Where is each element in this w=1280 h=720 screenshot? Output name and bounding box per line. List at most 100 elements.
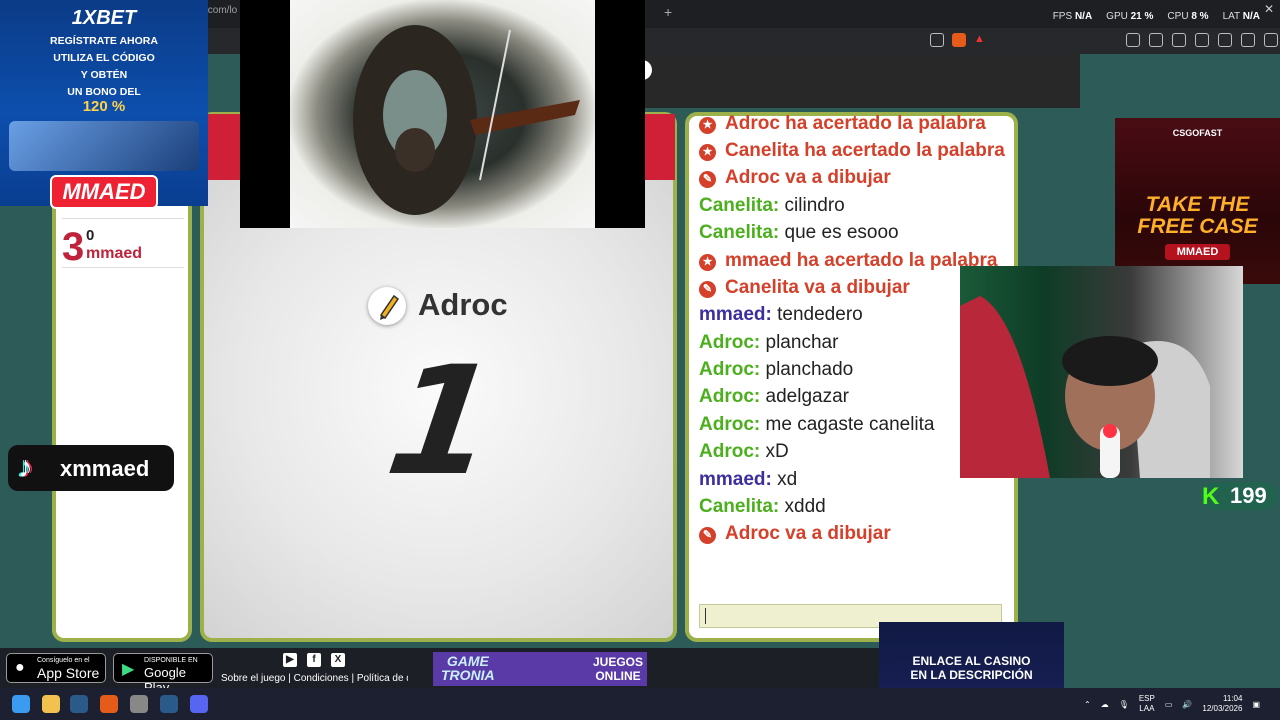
gametronia-logo: GAME TRONIA — [441, 653, 495, 683]
notification-icon[interactable]: ▣ — [1252, 700, 1260, 709]
brave-rewards-icon[interactable]: ▲ — [974, 33, 988, 47]
player-rank: 3 — [62, 225, 85, 269]
chat-username[interactable]: Adroc: — [699, 332, 760, 353]
google-play-button[interactable]: ▶ DISPONIBLE EN Google Play — [113, 653, 213, 695]
ad-line-1: REGÍSTRATE AHORA — [50, 35, 158, 47]
chevron-up-icon[interactable]: ⌃ — [1084, 700, 1091, 709]
gametronia-banner[interactable]: GAME TRONIA JUEGOS ONLINE — [433, 652, 647, 686]
csgofast-ad[interactable]: CSGOFAST TAKE THE FREE CASE MMAED — [1115, 118, 1280, 284]
chat-text: planchado — [765, 359, 854, 381]
chat-username[interactable]: mmaed: — [699, 469, 772, 490]
star-icon: ★ — [699, 144, 716, 162]
screenshot-icon[interactable] — [1149, 33, 1163, 47]
casino-line-1: ENLACE AL CASINO — [912, 654, 1031, 668]
system-message-text: Adroc ha acertado la palabra — [725, 112, 986, 134]
leo-icon[interactable] — [1218, 33, 1232, 47]
performance-stats: FPS N/A GPU 21 % CPU 8 % LAT N/A — [1053, 11, 1260, 22]
system-message-text: Canelita va a dibujar — [725, 276, 910, 298]
1xbet-ad[interactable]: 1XBET REGÍSTRATE AHORA UTILIZA EL CÓDIGO… — [0, 0, 208, 209]
chat-username[interactable]: Adroc: — [699, 441, 760, 462]
chat-text: me cagaste canelita — [765, 413, 935, 435]
chat-username[interactable]: Adroc: — [699, 386, 760, 407]
webcam-feed — [960, 266, 1243, 478]
vpn-icon[interactable] — [1241, 33, 1255, 47]
chat-line: Canelita: que es esooo — [699, 220, 1011, 247]
tiktok-badge: ♪ xmmaed — [8, 445, 174, 491]
tiktok-handle: xmmaed — [60, 456, 150, 481]
chat-text: que es esooo — [784, 222, 899, 244]
system-message-text: Adroc va a dibujar — [725, 523, 891, 545]
juegos-online: JUEGOS ONLINE — [593, 655, 644, 683]
chat-username[interactable]: Canelita: — [699, 195, 779, 216]
microphone-icon[interactable]: 🎙 — [1119, 700, 1129, 709]
brave-shield-icon[interactable] — [952, 33, 966, 47]
clock[interactable]: 11:04 12/03/2026 — [1202, 694, 1242, 714]
apple-icon: ● — [15, 659, 25, 676]
chat-text: planchar — [765, 331, 839, 353]
chat-line: Canelita: cilindro — [699, 192, 1011, 219]
address-bar-icons: ▲ — [930, 33, 988, 47]
file-explorer-icon[interactable] — [42, 695, 60, 713]
system-message-text: Canelita ha acertado la palabra — [725, 140, 1005, 162]
chat-line: ✎ Adroc va a dibujar — [699, 165, 1011, 192]
violinist-video — [290, 0, 595, 228]
canvas-header-left — [205, 114, 240, 180]
system-message-text: mmaed ha acertado la palabra — [725, 249, 998, 271]
steam-icon-2[interactable] — [160, 695, 178, 713]
close-icon[interactable]: ✕ — [1264, 2, 1274, 16]
chat-username[interactable]: mmaed: — [699, 304, 772, 325]
kick-viewer-count: 199 — [1230, 483, 1267, 508]
pencil-icon — [368, 287, 406, 325]
chat-line: ★ Canelita ha acertado la palabra — [699, 137, 1011, 164]
tiktok-icon: ♪ — [18, 451, 33, 484]
facebook-icon[interactable]: f — [307, 653, 321, 667]
windows-start-icon[interactable] — [12, 695, 30, 713]
pencil-icon: ✎ — [699, 280, 716, 298]
chat-text: xd — [777, 468, 798, 490]
brave-icon[interactable] — [100, 695, 118, 713]
ad-line-3: Y OBTÉN — [80, 69, 128, 81]
csgo-code: MMAED — [1164, 244, 1231, 260]
chat-username[interactable]: Canelita: — [699, 222, 779, 243]
share-icon[interactable] — [930, 33, 944, 47]
stat-cpu: CPU 8 % — [1167, 11, 1209, 22]
chat-text: xD — [765, 441, 789, 463]
star-icon: ★ — [699, 253, 716, 271]
stat-fps: FPS N/A — [1052, 11, 1093, 22]
language-indicator[interactable]: ESP LAA — [1139, 694, 1155, 714]
app-store-button[interactable]: ● Consíguelo en el App Store — [6, 653, 106, 683]
player-score-row: 3 0 mmaed — [62, 218, 184, 269]
stat-lat: LAT N/A — [1222, 11, 1260, 22]
chat-username[interactable]: Adroc: — [699, 414, 760, 435]
csgo-line-2: FREE CASE — [1137, 215, 1258, 238]
play-icon: ▶ — [122, 661, 135, 678]
chat-username[interactable]: Canelita: — [699, 496, 779, 517]
steam-icon[interactable] — [70, 695, 88, 713]
discord-icon[interactable] — [190, 695, 208, 713]
pencil-icon: ✎ — [699, 171, 716, 189]
casino-line-2: EN LA DESCRIPCIÓN — [910, 668, 1033, 682]
network-icon[interactable]: ▭ — [1165, 700, 1173, 709]
current-drawer-name: Adroc — [418, 287, 508, 322]
ad-line-2: UTILIZA EL CÓDIGO — [53, 52, 155, 64]
new-tab-button[interactable]: + — [664, 4, 672, 20]
extensions-icon[interactable] — [1126, 33, 1140, 47]
menu-icon[interactable] — [1264, 33, 1278, 47]
wallet-icon[interactable] — [1195, 33, 1209, 47]
ad-bonus: 120 % — [82, 98, 126, 115]
cloud-icon[interactable]: ☁ — [1101, 700, 1109, 709]
app-icon[interactable] — [130, 695, 148, 713]
social-links: ▶ f X — [283, 653, 345, 667]
system-message-text: Adroc va a dibujar — [725, 167, 891, 189]
footer-links[interactable]: Sobre el juego | Condiciones | Política … — [221, 673, 408, 684]
x-twitter-icon[interactable]: X — [331, 653, 345, 667]
csgo-line-1: TAKE THE — [1145, 193, 1250, 216]
chat-text: tendedero — [777, 304, 863, 326]
chat-username[interactable]: Adroc: — [699, 359, 760, 380]
canvas-header-right — [645, 114, 675, 180]
volume-icon[interactable]: 🔊 — [1182, 700, 1192, 709]
youtube-icon[interactable]: ▶ — [283, 653, 297, 667]
player-name: mmaed — [86, 245, 143, 262]
csgo-brand: CSGOFAST — [1172, 128, 1223, 138]
sidebar-icon[interactable] — [1172, 33, 1186, 47]
